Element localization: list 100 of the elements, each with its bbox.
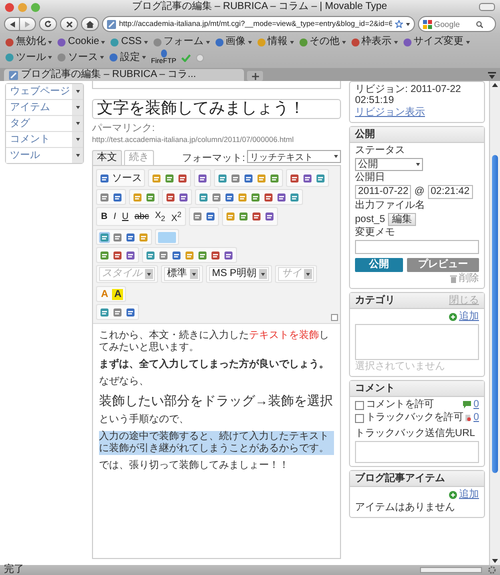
tool-icon[interactable]: [112, 306, 123, 318]
tool-icon[interactable]: [192, 211, 204, 222]
bookmark-menu[interactable]: サイズ変更: [414, 36, 464, 48]
format-select[interactable]: リッチテキスト: [247, 150, 341, 163]
tool-icon[interactable]: [315, 172, 326, 184]
format-button[interactable]: I: [112, 211, 118, 222]
tool-icon[interactable]: [243, 172, 254, 184]
tool-icon[interactable]: [217, 172, 228, 184]
tool-icon[interactable]: [224, 192, 235, 202]
title-field[interactable]: 文字を装飾してみましょう！: [92, 99, 341, 119]
tool-icon[interactable]: [238, 211, 250, 222]
tool-icon[interactable]: [177, 172, 188, 184]
reload-button[interactable]: [39, 17, 57, 31]
add-link[interactable]: 追加: [459, 489, 479, 501]
bookmark-icon[interactable]: [402, 38, 412, 46]
count-link[interactable]: 0: [473, 412, 479, 424]
highlight-color-button[interactable]: A: [112, 288, 124, 300]
toolbar-toggle-button[interactable]: [479, 3, 495, 11]
tool-icon[interactable]: [125, 306, 136, 318]
trackback-url-field[interactable]: [355, 441, 479, 463]
browser-tab[interactable]: ブログ記事の編集 – RUBRICA – コラ...: [4, 69, 244, 81]
bookmark-menu[interactable]: 設定: [120, 52, 140, 64]
editor-tab[interactable]: 本文: [92, 150, 122, 165]
tool-icon[interactable]: [112, 232, 123, 242]
tool-icon[interactable]: [151, 172, 162, 184]
tool-icon[interactable]: [178, 192, 189, 202]
tool-icon[interactable]: [165, 192, 176, 202]
format-button[interactable]: X$^{2}$: [169, 209, 184, 224]
expand-icon[interactable]: [72, 100, 83, 115]
tool-icon[interactable]: [210, 250, 221, 260]
bookmark-icon[interactable]: [214, 38, 224, 46]
bookmark-menu[interactable]: CSS: [121, 36, 142, 48]
window-zoom-button[interactable]: [31, 2, 40, 12]
tool-icon[interactable]: [289, 172, 300, 184]
revision-link[interactable]: リビジョン表示: [355, 107, 479, 119]
check-icon[interactable]: [181, 54, 192, 62]
status-select[interactable]: 公開: [355, 158, 423, 171]
bookmark-icon[interactable]: [152, 38, 162, 46]
search-icon[interactable]: [476, 20, 483, 28]
format-button[interactable]: abc: [132, 211, 152, 222]
home-button[interactable]: [81, 17, 99, 31]
checkbox[interactable]: [355, 414, 364, 422]
star-icon[interactable]: [395, 20, 403, 28]
tool-icon[interactable]: [184, 250, 195, 260]
bookmark-menu[interactable]: ツール: [16, 52, 46, 64]
toolbar-select[interactable]: MS P明朝: [209, 267, 270, 281]
scrollbar[interactable]: [489, 81, 500, 565]
tool-icon[interactable]: [145, 250, 156, 260]
tool-icon[interactable]: [158, 250, 169, 260]
gear-icon[interactable]: [488, 566, 496, 574]
scroll-down-icon[interactable]: [492, 559, 498, 563]
scroll-up-icon[interactable]: [492, 83, 498, 87]
bookmark-menu[interactable]: 無効化: [16, 36, 46, 48]
back-button[interactable]: [4, 17, 20, 31]
tool-icon[interactable]: [250, 192, 261, 202]
bookmark-menu[interactable]: ソース: [68, 52, 98, 64]
toolbar-select[interactable]: 標準: [164, 267, 200, 281]
date-field[interactable]: 2011-07-22: [355, 185, 412, 199]
format-button[interactable]: B: [99, 211, 110, 222]
tool-icon[interactable]: [112, 250, 123, 260]
tool-icon[interactable]: [99, 306, 110, 318]
tool-icon[interactable]: [211, 192, 222, 202]
tool-icon[interactable]: [256, 172, 267, 184]
tool-icon[interactable]: [225, 211, 236, 222]
new-tab-button[interactable]: [247, 71, 263, 81]
bookmark-icon[interactable]: [350, 38, 360, 46]
expand-icon[interactable]: [72, 116, 83, 131]
expand-icon[interactable]: [72, 84, 83, 99]
tab-list-icon[interactable]: [488, 72, 496, 79]
publish-button[interactable]: 公開: [355, 258, 403, 272]
search-field[interactable]: Google: [434, 20, 474, 28]
tool-icon[interactable]: [237, 192, 248, 202]
edit-button[interactable]: 編集: [388, 213, 416, 226]
tool-icon[interactable]: [263, 192, 274, 202]
tool-icon[interactable]: [132, 192, 143, 202]
tool-icon[interactable]: [125, 232, 136, 242]
tool-icon[interactable]: [198, 192, 209, 202]
memo-field[interactable]: [355, 240, 479, 254]
search-bar[interactable]: Google: [418, 16, 496, 32]
tool-icon[interactable]: [223, 250, 234, 260]
window-close-button[interactable]: [5, 2, 14, 12]
tool-icon[interactable]: [171, 250, 182, 260]
stop-button[interactable]: [60, 17, 78, 31]
resize-handle[interactable]: [331, 314, 338, 321]
color-swatch[interactable]: [158, 232, 176, 242]
expand-icon[interactable]: [72, 132, 83, 147]
tool-icon[interactable]: [197, 172, 208, 184]
tool-icon[interactable]: [99, 250, 110, 260]
bookmark-icon[interactable]: [298, 38, 308, 46]
format-button[interactable]: U: [120, 211, 131, 222]
bookmark-menu[interactable]: 画像: [226, 36, 246, 48]
tool-icon[interactable]: [138, 232, 149, 242]
bookmark-menu[interactable]: 情報: [268, 36, 288, 48]
bookmark-menu[interactable]: Cookie: [68, 36, 100, 48]
time-field[interactable]: 02:21:42: [428, 185, 473, 199]
tool-icon[interactable]: [99, 192, 110, 202]
bookmark-menu[interactable]: 枠表示: [362, 36, 392, 48]
tool-icon[interactable]: [164, 172, 175, 184]
tool-icon[interactable]: [269, 172, 280, 184]
tool-icon[interactable]: [145, 192, 156, 202]
